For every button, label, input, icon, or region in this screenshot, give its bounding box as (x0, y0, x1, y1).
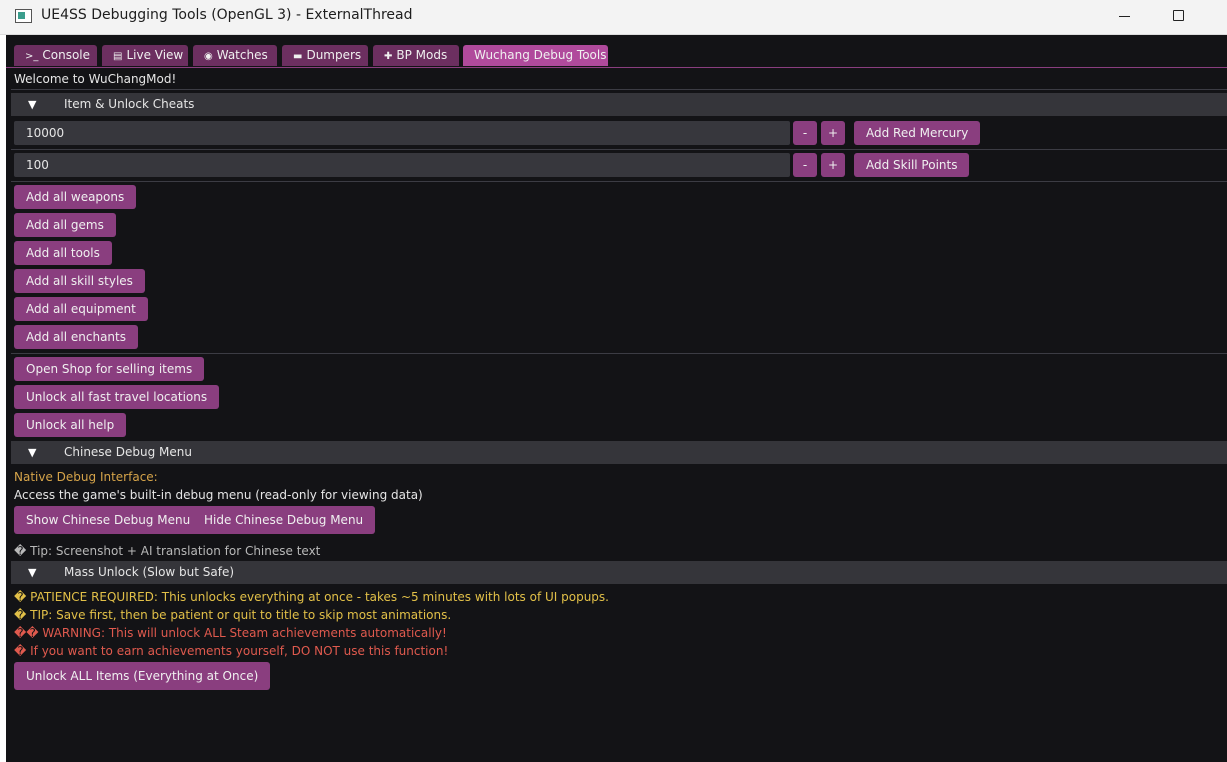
save-tip: � TIP: Save first, then be patient or qu… (14, 608, 452, 622)
tab-bar: >_ Console ▤ Live View ◉ Watches ▬ Dumpers ✚… (6, 35, 1227, 68)
hide-chinese-debug-button[interactable]: Hide Chinese Debug Menu (192, 506, 376, 534)
eye-icon: ◉ (204, 51, 213, 62)
document-icon: ▤ (113, 51, 123, 62)
add-all-weapons-button[interactable]: Add all weapons (14, 185, 137, 209)
tab-label: Live View (126, 48, 184, 62)
tab-live-view[interactable]: ▤ Live View (102, 45, 188, 66)
unlock-all-items-button[interactable]: Unlock ALL Items (Everything at Once) (14, 662, 271, 690)
console-icon: >_ (25, 51, 39, 62)
collapse-arrow-icon: ▼ (28, 566, 37, 579)
maximize-icon[interactable] (1155, 0, 1203, 34)
add-all-equipment-button[interactable]: Add all equipment (14, 297, 148, 321)
add-red-mercury-button[interactable]: Add Red Mercury (854, 121, 981, 145)
add-all-gems-button[interactable]: Add all gems (14, 213, 116, 237)
achievement-notice: � If you want to earn achievements yours… (14, 644, 449, 658)
skill-points-input[interactable]: 100 (14, 153, 790, 177)
window-title: UE4SS Debugging Tools (OpenGL 3) - Exter… (41, 7, 413, 23)
collapse-arrow-icon: ▼ (28, 446, 37, 459)
red-mercury-decrement-button[interactable]: - (793, 121, 817, 145)
tab-dumpers[interactable]: ▬ Dumpers (282, 45, 368, 66)
app-content: >_ Console ▤ Live View ◉ Watches ▬ Dumpers ✚… (6, 35, 1227, 762)
native-debug-label: Native Debug Interface: (14, 470, 158, 484)
section-header-chinese-debug[interactable]: ▼ Chinese Debug Menu (11, 441, 1227, 464)
tab-bp-mods[interactable]: ✚ BP Mods (373, 45, 459, 66)
dump-icon: ▬ (293, 51, 303, 62)
window-titlebar[interactable]: UE4SS Debugging Tools (OpenGL 3) - Exter… (0, 0, 1227, 35)
tab-watches[interactable]: ◉ Watches (193, 45, 277, 66)
puzzle-icon: ✚ (384, 51, 393, 62)
patience-warning: � PATIENCE REQUIRED: This unlocks everyt… (14, 590, 609, 604)
minimize-icon[interactable] (1100, 0, 1148, 34)
collapse-arrow-icon: ▼ (28, 98, 37, 111)
add-all-tools-button[interactable]: Add all tools (14, 241, 112, 265)
divider (11, 181, 1227, 182)
unlock-all-help-button[interactable]: Unlock all help (14, 413, 127, 437)
open-shop-button[interactable]: Open Shop for selling items (14, 357, 205, 381)
section-title: Chinese Debug Menu (64, 445, 192, 459)
skill-points-increment-button[interactable]: + (821, 153, 845, 177)
skill-points-decrement-button[interactable]: - (793, 153, 817, 177)
tab-label: Console (42, 48, 91, 62)
welcome-text: Welcome to WuChangMod! (14, 72, 177, 86)
app-icon (15, 9, 32, 23)
debug-description: Access the game's built-in debug menu (r… (14, 488, 423, 502)
section-title: Item & Unlock Cheats (64, 97, 195, 111)
tab-console[interactable]: >_ Console (14, 45, 97, 66)
section-title: Mass Unlock (Slow but Safe) (64, 565, 235, 579)
achievement-warning: �� WARNING: This will unlock ALL Steam a… (14, 626, 447, 640)
tab-label: Wuchang Debug Tools (474, 48, 607, 62)
tab-label: Watches (216, 48, 268, 62)
unlock-fast-travel-button[interactable]: Unlock all fast travel locations (14, 385, 220, 409)
tab-label: BP Mods (396, 48, 448, 62)
tip-text: � Tip: Screenshot + AI translation for C… (14, 544, 321, 558)
tab-wuchang-debug-tools[interactable]: Wuchang Debug Tools (463, 45, 608, 66)
red-mercury-increment-button[interactable]: + (821, 121, 845, 145)
section-header-mass-unlock[interactable]: ▼ Mass Unlock (Slow but Safe) (11, 561, 1227, 584)
divider (11, 89, 1227, 90)
add-all-enchants-button[interactable]: Add all enchants (14, 325, 138, 349)
red-mercury-input[interactable]: 10000 (14, 121, 790, 145)
divider (11, 353, 1227, 354)
divider (11, 149, 1227, 150)
add-all-skill-styles-button[interactable]: Add all skill styles (14, 269, 145, 293)
section-header-item-unlock[interactable]: ▼ Item & Unlock Cheats (11, 93, 1227, 116)
tab-label: Dumpers (306, 48, 362, 62)
add-skill-points-button[interactable]: Add Skill Points (854, 153, 970, 177)
show-chinese-debug-button[interactable]: Show Chinese Debug Menu (14, 506, 203, 534)
